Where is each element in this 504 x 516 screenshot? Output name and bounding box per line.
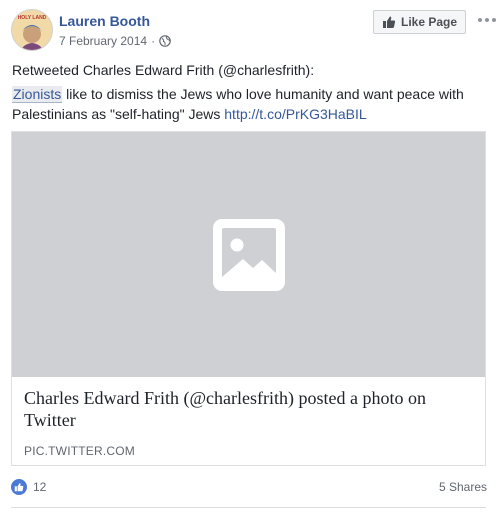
reaction-count: 12 <box>33 480 47 494</box>
post-text-line1: Retweeted Charles Edward Frith (@charles… <box>12 62 315 78</box>
avatar[interactable]: HOLY LAND <box>11 9 53 51</box>
more-dot-icon <box>478 18 482 22</box>
attachment-image[interactable] <box>12 132 485 377</box>
like-reaction-icon <box>11 479 27 495</box>
thumbs-up-icon <box>382 16 396 28</box>
reactions-summary[interactable]: 12 <box>11 479 46 495</box>
like-page-button[interactable]: Like Page <box>373 10 466 34</box>
attachment-domain: PIC.TWITTER.COM <box>24 444 135 458</box>
post-meta: 7 February 2014 · <box>59 33 171 49</box>
facebook-post-card: HOLY LAND Lauren Booth 7 February 2014 ·… <box>0 0 504 516</box>
globe-icon[interactable] <box>159 35 171 47</box>
shares-count[interactable]: 5 Shares <box>439 480 487 494</box>
like-page-label: Like Page <box>400 15 458 29</box>
post-date[interactable]: 7 February 2014 <box>59 33 147 49</box>
highlighted-word-link[interactable]: Zionists <box>12 86 63 103</box>
more-options-button[interactable] <box>478 14 496 26</box>
avatar-image: HOLY LAND <box>12 10 52 50</box>
meta-separator: · <box>151 34 156 48</box>
more-dot-icon <box>492 18 496 22</box>
more-dot-icon <box>485 18 489 22</box>
post-text: Retweeted Charles Edward Frith (@charles… <box>12 60 492 124</box>
image-placeholder-icon <box>212 218 285 291</box>
avatar-logo-text: HOLY LAND <box>18 15 47 21</box>
link-attachment[interactable]: Charles Edward Frith (@charlesfrith) pos… <box>11 131 486 466</box>
author-name[interactable]: Lauren Booth <box>59 12 150 30</box>
tweet-link[interactable]: http://t.co/PrKG3HaBIL <box>224 106 366 122</box>
post-text-line2: Zionists like to dismiss the Jews who lo… <box>12 84 492 124</box>
attachment-title[interactable]: Charles Edward Frith (@charlesfrith) pos… <box>24 387 474 431</box>
footer-divider <box>11 507 486 508</box>
